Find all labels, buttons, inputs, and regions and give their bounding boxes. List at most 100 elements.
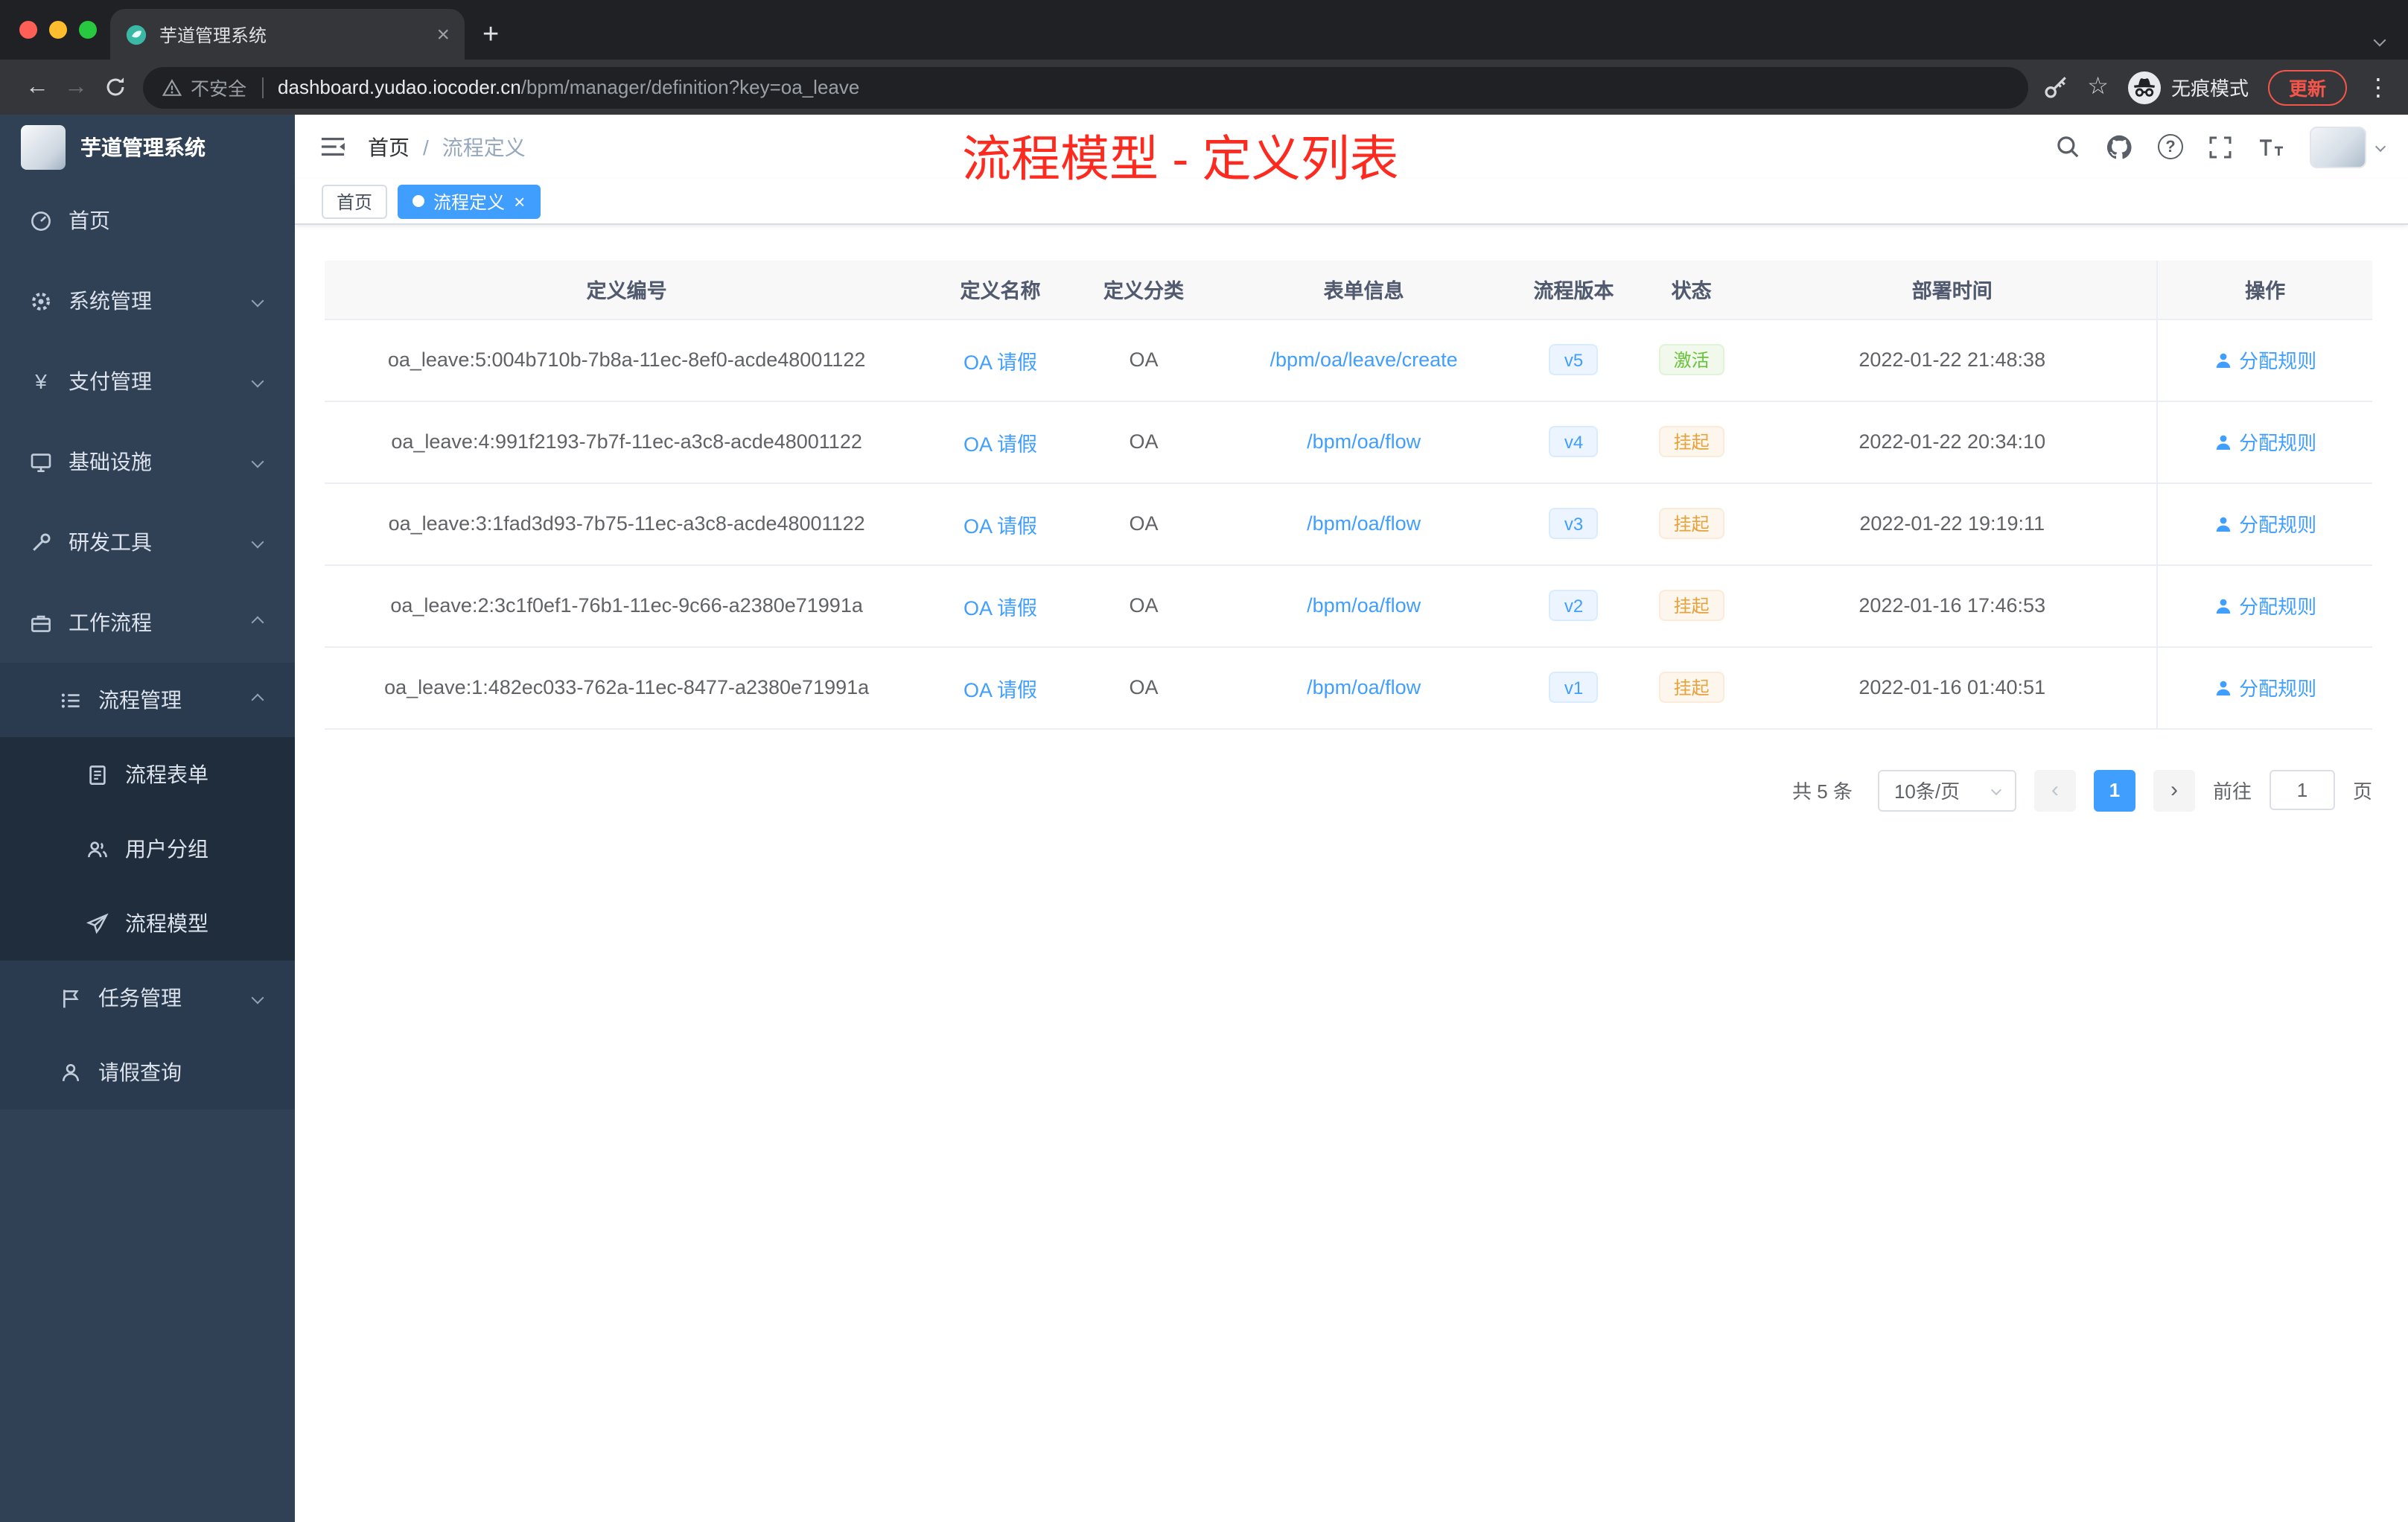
- tab-close-icon[interactable]: ×: [436, 23, 450, 45]
- search-icon[interactable]: [2055, 134, 2080, 159]
- cell-deploy-time: 2022-01-22 19:19:11: [1748, 483, 2158, 565]
- fullscreen-icon[interactable]: [2208, 135, 2232, 159]
- browser-tab[interactable]: 芋道管理系统 ×: [110, 9, 465, 60]
- cell-category: OA: [1071, 564, 1216, 647]
- cell-category: OA: [1071, 319, 1216, 401]
- goto-page-input[interactable]: [2269, 770, 2335, 810]
- help-icon[interactable]: ?: [2158, 134, 2183, 159]
- browser-tab-strip: 芋道管理系统 × +: [0, 0, 2408, 60]
- assign-rule-button[interactable]: 分配规则: [2214, 591, 2316, 620]
- sidebar-item-payment[interactable]: ¥ 支付管理: [0, 341, 295, 421]
- form-info-link[interactable]: /bpm/oa/flow: [1307, 512, 1421, 535]
- tab-favicon: [126, 24, 147, 45]
- page-header: 首页 / 流程定义 流程模型 - 定义列表 ?: [295, 115, 2408, 186]
- sidebar-fold-button[interactable]: [320, 136, 345, 158]
- url-path: /bpm/manager/definition?key=oa_leave: [520, 76, 860, 98]
- version-badge: v3: [1549, 508, 1599, 539]
- form-info-link[interactable]: /bpm/oa/leave/create: [1270, 348, 1458, 371]
- page-size-select[interactable]: 10条/页: [1877, 769, 2016, 811]
- definition-name-link[interactable]: OA 请假: [963, 351, 1037, 373]
- minimize-window-button[interactable]: [49, 21, 67, 39]
- cell-definition-id: oa_leave:4:991f2193-7b7f-11ec-a3c8-acde4…: [325, 401, 929, 483]
- tab-search-button[interactable]: [2373, 25, 2386, 52]
- status-badge: 挂起: [1658, 672, 1724, 703]
- table-row: oa_leave:5:004b710b-7b8a-11ec-8ef0-acde4…: [325, 319, 2372, 401]
- github-icon[interactable]: [2106, 133, 2133, 160]
- version-badge: v2: [1549, 590, 1599, 621]
- assign-rule-button[interactable]: 分配规则: [2214, 346, 2316, 374]
- active-dot: [413, 195, 425, 207]
- new-tab-button[interactable]: +: [482, 21, 499, 49]
- address-bar[interactable]: 不安全 dashboard.yudao.iocoder.cn/bpm/manag…: [143, 66, 2028, 108]
- url-domain: dashboard.yudao.iocoder.cn: [278, 76, 521, 98]
- form-icon: [86, 763, 109, 786]
- cell-deploy-time: 2022-01-22 20:34:10: [1748, 401, 2158, 483]
- tab-title: 芋道管理系统: [159, 25, 267, 45]
- chevron-up-icon: [251, 616, 264, 629]
- definition-name-link[interactable]: OA 请假: [963, 596, 1037, 619]
- sidebar-item-infrastructure[interactable]: 基础设施: [0, 421, 295, 502]
- cell-deploy-time: 2022-01-22 21:48:38: [1748, 319, 2158, 401]
- user-menu[interactable]: [2310, 126, 2386, 168]
- prev-page-button[interactable]: ‹: [2033, 769, 2076, 811]
- definition-name-link[interactable]: OA 请假: [963, 515, 1037, 537]
- red-annotation-text: 流程模型 - 定义列表: [962, 131, 1399, 186]
- goto-label: 前往: [2212, 780, 2252, 803]
- col-process-version: 流程版本: [1512, 261, 1635, 319]
- form-info-link[interactable]: /bpm/oa/flow: [1307, 676, 1421, 698]
- assign-rule-button[interactable]: 分配规则: [2214, 427, 2316, 456]
- tag-process-definition[interactable]: 流程定义 ×: [398, 184, 541, 218]
- sidebar-item-user-group[interactable]: 用户分组: [0, 812, 295, 886]
- sidebar: 芋道管理系统 首页 系统管理 ¥ 支付管理 基础设施 研发工具 工作流程 流程管…: [0, 115, 295, 1522]
- page-number-1[interactable]: 1: [2093, 769, 2135, 811]
- chevron-down-icon: [1990, 783, 2002, 795]
- user-icon: [60, 1061, 82, 1083]
- sidebar-item-task-management[interactable]: 任务管理: [0, 961, 295, 1035]
- definition-name-link[interactable]: OA 请假: [963, 433, 1037, 455]
- zoom-window-button[interactable]: [79, 21, 97, 39]
- col-definition-name: 定义名称: [929, 261, 1072, 319]
- incognito-label: 无痕模式: [2170, 77, 2249, 100]
- form-info-link[interactable]: /bpm/oa/flow: [1307, 594, 1421, 617]
- assign-rule-button[interactable]: 分配规则: [2214, 673, 2316, 701]
- reload-button[interactable]: [95, 76, 134, 98]
- sidebar-item-system[interactable]: 系统管理: [0, 261, 295, 341]
- page-unit-label: 页: [2352, 780, 2372, 803]
- monitor-icon: [30, 450, 52, 473]
- tag-home[interactable]: 首页: [322, 184, 388, 218]
- security-label: 不安全: [191, 79, 247, 100]
- browser-toolbar: ← → 不安全 dashboard.yudao.iocoder.cn/bpm/m…: [0, 60, 2408, 115]
- next-page-button[interactable]: ›: [2153, 769, 2195, 811]
- form-info-link[interactable]: /bpm/oa/flow: [1307, 430, 1421, 453]
- col-definition-id: 定义编号: [325, 261, 929, 319]
- password-key-icon[interactable]: [2042, 74, 2068, 100]
- breadcrumb-current: 流程定义: [442, 135, 526, 159]
- font-size-icon[interactable]: [2258, 136, 2284, 157]
- bookmark-star-icon[interactable]: ☆: [2087, 74, 2109, 99]
- sidebar-item-process-management[interactable]: 流程管理: [0, 663, 295, 737]
- assign-rule-button[interactable]: 分配规则: [2214, 509, 2316, 538]
- sidebar-item-home[interactable]: 首页: [0, 180, 295, 261]
- sidebar-item-devtools[interactable]: 研发工具: [0, 502, 295, 582]
- col-deploy-time: 部署时间: [1748, 261, 2158, 319]
- list-icon: [60, 689, 82, 711]
- sidebar-item-workflow[interactable]: 工作流程: [0, 582, 295, 663]
- breadcrumb-home[interactable]: 首页: [368, 132, 410, 162]
- avatar[interactable]: [2310, 126, 2366, 168]
- chevron-down-icon: [251, 294, 264, 308]
- browser-update-button[interactable]: 更新: [2267, 69, 2347, 105]
- tag-close-icon[interactable]: ×: [514, 191, 525, 211]
- close-window-button[interactable]: [19, 21, 37, 39]
- sidebar-item-leave-query[interactable]: 请假查询: [0, 1035, 295, 1109]
- sidebar-item-process-form[interactable]: 流程表单: [0, 737, 295, 812]
- browser-menu-icon[interactable]: ⋮: [2366, 72, 2390, 102]
- cell-definition-id: oa_leave:3:1fad3d93-7b75-11ec-a3c8-acde4…: [325, 483, 929, 565]
- sidebar-logo: 芋道管理系统: [0, 115, 295, 180]
- definition-name-link[interactable]: OA 请假: [963, 678, 1037, 701]
- back-button[interactable]: ←: [18, 74, 57, 101]
- tools-icon: [30, 531, 52, 553]
- col-operation: 操作: [2156, 261, 2372, 319]
- security-chip[interactable]: 不安全: [162, 73, 246, 101]
- sidebar-item-process-model[interactable]: 流程模型: [0, 886, 295, 961]
- cell-definition-id: oa_leave:1:482ec033-762a-11ec-8477-a2380…: [325, 646, 929, 729]
